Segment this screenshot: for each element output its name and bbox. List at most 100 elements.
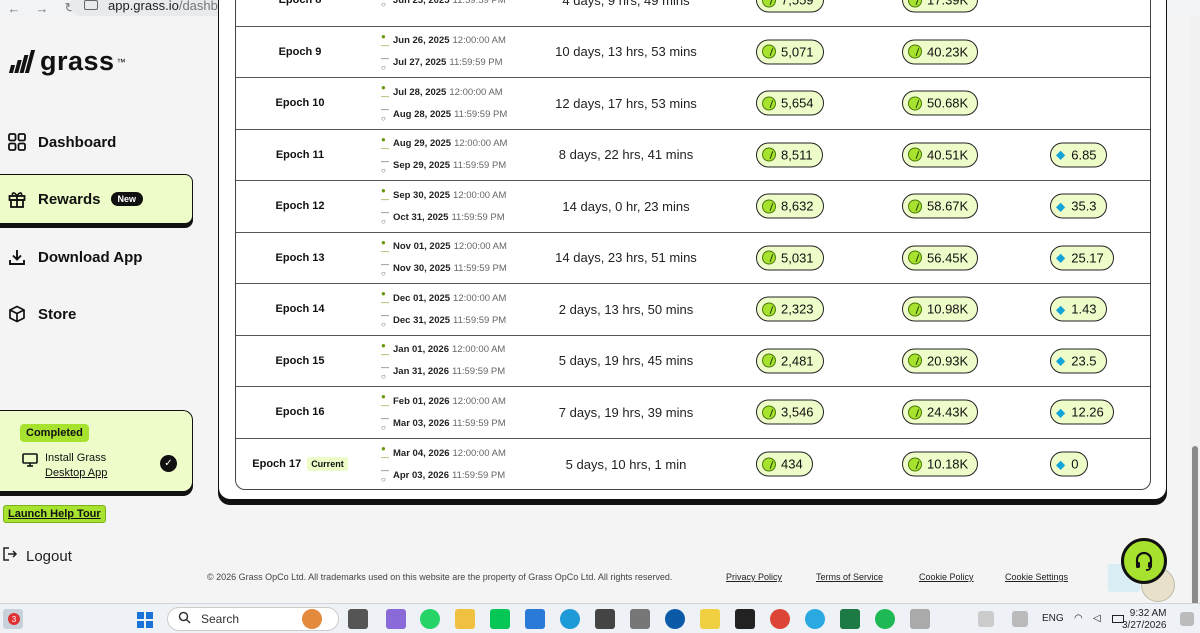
cookie-policy-link[interactable]: Cookie Policy	[919, 572, 974, 582]
gems-pill: ◆ 25.17	[1050, 245, 1114, 271]
epoch-name: Epoch 13	[275, 251, 325, 264]
grass-logo[interactable]: grass ™	[8, 46, 126, 77]
grass-reward-value: 17.39K	[927, 0, 969, 8]
terms-of-service-link[interactable]: Terms of Service	[816, 572, 883, 582]
epoch-duration: 5 days, 10 hrs, 1 min	[565, 456, 687, 472]
launch-help-tour-button[interactable]: Launch Help Tour	[3, 505, 106, 523]
end-date: Mar 03, 2026	[393, 417, 450, 429]
tray-chevron-icon[interactable]	[978, 611, 994, 627]
excel-icon[interactable]	[840, 609, 860, 629]
epoch-dates-cell: ●— Jul 28, 2025 12:00:00 AM —○ Aug 28, 2025 1…	[381, 78, 507, 129]
start-time: 12:00:00 AM	[452, 447, 506, 459]
copyright-text: © 2026 Grass OpCo Ltd. All trademarks us…	[207, 572, 673, 582]
epoch-name: Epoch 17	[252, 458, 302, 471]
install-desktop-app-card[interactable]: Completed Install Grass Desktop App ✓	[0, 410, 193, 492]
search-highlight-icon[interactable]	[302, 609, 322, 629]
app-icon[interactable]	[630, 609, 650, 629]
gems-value: 0	[1071, 456, 1079, 472]
cube-icon	[8, 305, 26, 323]
start-dot-icon: ●—	[381, 289, 389, 308]
end-date-line: —○ Sep 29, 2025 11:59:59 PM	[381, 157, 507, 175]
app-icon[interactable]	[735, 609, 755, 629]
widgets-icon[interactable]: 3	[3, 609, 23, 629]
support-headset-button[interactable]	[1121, 538, 1167, 584]
current-badge: Current	[307, 457, 348, 472]
end-date: Jul 27, 2025	[393, 57, 447, 69]
notification-bell-icon[interactable]	[1180, 612, 1194, 626]
points-pill: 3,546	[756, 399, 824, 425]
page-scrollbar[interactable]	[1190, 16, 1200, 606]
epoch-name: Epoch 12	[275, 200, 325, 213]
spotify-icon[interactable]	[875, 609, 895, 629]
epoch-name-cell: Epoch 17 Current	[236, 439, 364, 491]
gems-value: 6.85	[1071, 147, 1097, 163]
grass-leaf-icon	[762, 405, 776, 420]
end-dot-icon: —○	[381, 259, 389, 278]
grass-leaf-icon	[762, 199, 776, 214]
end-date: Jun 25, 2025	[393, 0, 450, 6]
diamond-icon: ◆	[1056, 147, 1066, 162]
start-date: Jan 01, 2026	[393, 344, 449, 356]
gems-value: 12.26	[1071, 404, 1104, 420]
start-time: 12:00:00 AM	[452, 344, 506, 356]
hp-icon[interactable]	[665, 609, 685, 629]
grass-logo-icon	[8, 50, 36, 73]
language-indicator[interactable]: ENG	[1042, 613, 1064, 624]
privacy-policy-link[interactable]: Privacy Policy	[726, 572, 782, 582]
gems-value: 23.5	[1071, 353, 1097, 369]
install-text: Install Grass Desktop App	[45, 451, 107, 481]
volume-icon[interactable]: ◁	[1093, 613, 1101, 624]
sidebar-item-store[interactable]: Store	[0, 289, 193, 339]
points-value: 5,654	[781, 95, 814, 111]
telegram-icon[interactable]	[805, 609, 825, 629]
start-date-line: ●— Aug 29, 2025 12:00:00 AM	[381, 135, 507, 153]
grass-reward-value: 20.93K	[927, 353, 969, 369]
forward-icon[interactable]: →	[28, 0, 56, 16]
whatsapp-icon[interactable]	[420, 609, 440, 629]
tray-app-icon[interactable]	[1012, 611, 1028, 627]
sidebar-item-label: Download App	[38, 248, 143, 266]
cookie-settings-link[interactable]: Cookie Settings	[1005, 572, 1068, 582]
sidebar-item-download-app[interactable]: Download App	[0, 232, 193, 282]
app-icon[interactable]	[700, 609, 720, 629]
wifi-icon[interactable]: ◠	[1074, 613, 1083, 624]
grass-reward-pill: 40.23K	[902, 39, 979, 65]
end-date-line: —○ Jun 25, 202511:59:59 PM	[381, 0, 506, 9]
store-app-icon[interactable]	[595, 609, 615, 629]
logout-button[interactable]: Logout	[2, 546, 72, 566]
end-date: Dec 31, 2025	[393, 314, 451, 326]
epoch-dates-cell: ●— Sep 30, 2025 12:00:00 AM —○ Oct 31, 2025 1…	[381, 181, 506, 232]
install-line1: Install Grass	[45, 452, 107, 464]
line-app-icon[interactable]	[490, 609, 510, 629]
end-time: 11:59:59 PM	[452, 0, 506, 6]
logout-icon	[2, 546, 18, 566]
back-icon[interactable]: ←	[0, 0, 28, 16]
gems-value: 1.43	[1071, 301, 1097, 317]
completed-badge: Completed	[20, 424, 89, 442]
outlook-icon[interactable]	[525, 609, 545, 629]
end-date-line: —○ Jul 27, 2025 11:59:59 PM	[381, 54, 506, 72]
clock[interactable]: 9:32 AM 3/27/2026	[1122, 608, 1167, 632]
end-dot-icon: —○	[381, 53, 389, 72]
desktop-app-link[interactable]: Desktop App	[45, 466, 107, 481]
gems-pill: ◆ 6.85	[1050, 142, 1107, 168]
windows-start-icon[interactable]	[137, 612, 153, 628]
chrome-icon[interactable]	[770, 609, 790, 629]
app-icon[interactable]	[910, 609, 930, 629]
grass-leaf-icon	[762, 302, 776, 317]
copilot-icon[interactable]	[386, 609, 406, 629]
grass-reward-pill: 17.39K	[902, 0, 979, 13]
site-info-icon[interactable]	[84, 0, 98, 10]
scrollbar-thumb[interactable]	[1192, 446, 1198, 606]
end-date-line: —○ Apr 03, 2026 11:59:59 PM	[381, 466, 506, 484]
grid-icon	[8, 133, 26, 151]
task-view-icon[interactable]	[348, 609, 368, 629]
start-date-line: ●— Nov 01, 2025 12:00:00 AM	[381, 238, 507, 256]
edge-icon[interactable]	[560, 609, 580, 629]
start-date: Mar 04, 2026	[393, 447, 450, 459]
rewards-card: Epoch 8—○Jun 25, 202511:59:59 PM4 days, …	[218, 0, 1167, 500]
start-date: Jul 28, 2025	[393, 86, 447, 98]
file-explorer-icon[interactable]	[455, 609, 475, 629]
sidebar-item-dashboard[interactable]: Dashboard	[0, 117, 193, 167]
sidebar-item-rewards[interactable]: Rewards New	[0, 174, 193, 224]
